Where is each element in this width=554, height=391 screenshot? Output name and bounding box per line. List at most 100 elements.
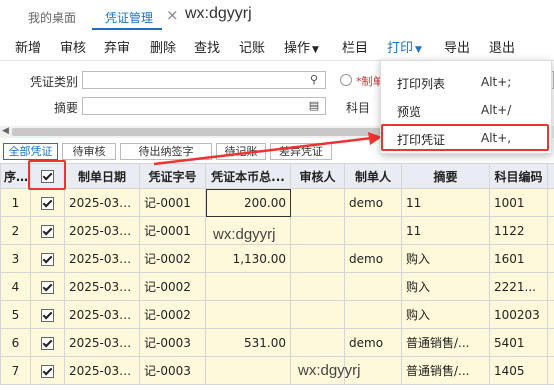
row-voucher-no[interactable]: 记-0002 <box>139 300 206 329</box>
row-select[interactable] <box>30 188 65 217</box>
row-summary[interactable]: 购入 <box>401 244 490 273</box>
row-seq[interactable]: 4 <box>0 272 31 301</box>
menu-item-preview[interactable]: 预览 Alt+/ <box>381 97 551 123</box>
table-row[interactable]: 2 2025-03-17 记-0001 11 1122 <box>0 216 554 245</box>
row-auditor[interactable] <box>290 272 345 301</box>
row-voucher-no[interactable]: 记-0003 <box>139 356 206 385</box>
scroll-left-icon[interactable]: ◀ <box>2 126 9 136</box>
row-maker[interactable]: demo <box>344 188 402 217</box>
row-select[interactable] <box>30 356 65 385</box>
row-amount[interactable]: 531.00 <box>205 328 291 357</box>
row-select[interactable] <box>30 272 65 301</box>
row-select[interactable] <box>30 216 65 245</box>
row-maker[interactable] <box>344 216 402 245</box>
voucher-type-input[interactable]: ⚲ <box>82 71 326 89</box>
row-maker[interactable]: demo <box>344 244 402 273</box>
row-amount[interactable]: 1,130.00 <box>205 244 291 273</box>
col-subject-code[interactable]: 科目编码 <box>489 163 548 189</box>
list-lookup-icon[interactable]: ▤ <box>307 99 321 113</box>
unaudit-button[interactable]: 弃审 <box>104 37 130 56</box>
row-amount[interactable] <box>205 356 291 385</box>
row-date[interactable]: 2025-03-17 <box>64 188 140 217</box>
row-summary[interactable]: 11 <box>401 188 490 217</box>
table-row[interactable]: 6 2025-03-21 记-0003 531.00 demo 普通销售/... 5401 <box>0 328 554 357</box>
row-select[interactable] <box>30 300 65 329</box>
row-amount[interactable] <box>205 300 291 329</box>
row-voucher-no[interactable]: 记-0001 <box>139 216 206 245</box>
row-overflow[interactable] <box>547 216 554 245</box>
table-row[interactable]: 7 2025-03-21 记-0003 普通销售/... 1405 <box>0 356 554 385</box>
row-auditor[interactable] <box>290 216 345 245</box>
delete-button[interactable]: 删除 <box>150 37 176 56</box>
row-auditor[interactable] <box>290 244 345 273</box>
col-seq[interactable]: 序号 <box>0 163 31 189</box>
row-overflow[interactable] <box>547 300 554 329</box>
table-row[interactable]: 3 2025-03-18 记-0002 1,130.00 demo 购入 1601 <box>0 244 554 273</box>
table-row[interactable]: 4 2025-03-18 记-0002 购入 2221... <box>0 272 554 301</box>
row-auditor[interactable] <box>290 300 345 329</box>
row-seq[interactable]: 2 <box>0 216 31 245</box>
row-maker[interactable] <box>344 272 402 301</box>
columns-button[interactable]: 栏目 <box>342 37 368 56</box>
row-subject-code[interactable]: 1001 <box>489 188 548 217</box>
row-select[interactable] <box>30 244 65 273</box>
row-amount[interactable] <box>205 272 291 301</box>
row-seq[interactable]: 5 <box>0 300 31 329</box>
operate-menu-button[interactable]: 操作 ▼ <box>284 37 319 56</box>
export-button[interactable]: 导出 <box>444 37 470 56</box>
col-date[interactable]: 制单日期 <box>64 163 140 189</box>
row-seq[interactable]: 6 <box>0 328 31 357</box>
row-checkbox[interactable] <box>41 336 54 350</box>
row-subject-code[interactable]: 1405 <box>489 356 548 385</box>
table-row[interactable]: 1 2025-03-17 记-0001 200.00 demo 11 1001 <box>0 188 554 217</box>
audit-button[interactable]: 审核 <box>60 37 86 56</box>
row-auditor[interactable] <box>290 188 345 217</box>
row-overflow[interactable] <box>547 272 554 301</box>
filter-tab-pending-audit[interactable]: 待审核 <box>62 143 116 160</box>
row-voucher-no[interactable]: 记-0003 <box>139 328 206 357</box>
exit-button[interactable]: 退出 <box>489 37 515 56</box>
row-checkbox[interactable] <box>41 196 54 210</box>
close-tab-icon[interactable]: × <box>166 6 179 24</box>
row-overflow[interactable] <box>547 244 554 273</box>
row-overflow[interactable] <box>547 356 554 385</box>
row-checkbox[interactable] <box>41 280 54 294</box>
print-menu-button[interactable]: 打印 ▼ <box>387 37 422 56</box>
menu-item-print-list[interactable]: 打印列表 Alt+; <box>381 69 551 95</box>
row-select[interactable] <box>30 328 65 357</box>
col-summary[interactable]: 摘要 <box>401 163 490 189</box>
row-date[interactable]: 2025-03-17 <box>64 216 140 245</box>
find-button[interactable]: 查找 <box>194 37 220 56</box>
row-overflow[interactable] <box>547 188 554 217</box>
tab-voucher-management[interactable]: 凭证管理 <box>105 9 153 26</box>
row-checkbox[interactable] <box>41 364 54 378</box>
row-subject-code[interactable]: 5401 <box>489 328 548 357</box>
row-voucher-no[interactable]: 记-0002 <box>139 244 206 273</box>
summary-input[interactable]: ▤ <box>82 97 326 115</box>
new-button[interactable]: 新增 <box>15 37 41 56</box>
row-maker[interactable]: demo <box>344 328 402 357</box>
row-date[interactable]: 2025-03-18 <box>64 300 140 329</box>
row-voucher-no[interactable]: 记-0002 <box>139 272 206 301</box>
row-date[interactable]: 2025-03-18 <box>64 272 140 301</box>
row-maker[interactable] <box>344 300 402 329</box>
row-checkbox[interactable] <box>41 252 54 266</box>
row-seq[interactable]: 1 <box>0 188 31 217</box>
row-seq[interactable]: 7 <box>0 356 31 385</box>
search-icon[interactable]: ⚲ <box>307 73 321 87</box>
row-subject-code[interactable]: 100203 <box>489 300 548 329</box>
row-seq[interactable]: 3 <box>0 244 31 273</box>
tab-my-desktop[interactable]: 我的桌面 <box>28 9 76 26</box>
row-overflow[interactable] <box>547 328 554 357</box>
row-amount[interactable]: 200.00 <box>205 188 291 217</box>
row-summary[interactable]: 购入 <box>401 300 490 329</box>
row-checkbox[interactable] <box>41 224 54 238</box>
row-summary[interactable]: 购入 <box>401 272 490 301</box>
row-auditor[interactable] <box>290 328 345 357</box>
table-row[interactable]: 5 2025-03-18 记-0002 购入 100203 <box>0 300 554 329</box>
row-voucher-no[interactable]: 记-0001 <box>139 188 206 217</box>
row-summary[interactable]: 普通销售/... <box>401 356 490 385</box>
row-checkbox[interactable] <box>41 308 54 322</box>
row-date[interactable]: 2025-03-21 <box>64 356 140 385</box>
row-subject-code[interactable]: 1601 <box>489 244 548 273</box>
